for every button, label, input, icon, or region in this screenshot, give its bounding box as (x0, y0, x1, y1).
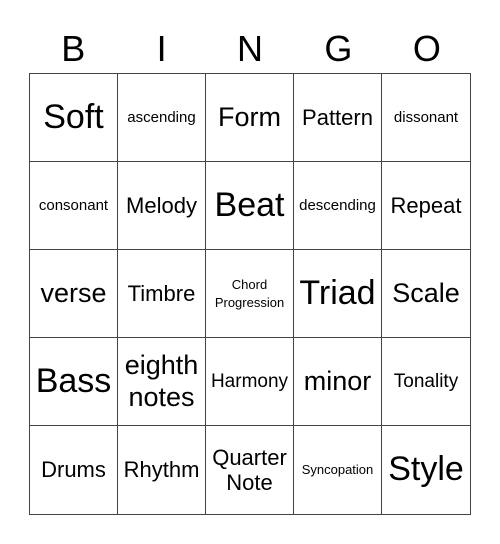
bingo-cell[interactable]: eighth notes (118, 338, 206, 426)
bingo-header: B I N G O (29, 24, 471, 74)
bingo-cell[interactable]: Pattern (294, 74, 382, 162)
bingo-cell-label: Bass (35, 361, 112, 400)
header-letter-i: I (156, 28, 167, 69)
bingo-cell-label: consonant (38, 196, 109, 214)
bingo-cell-label: Pattern (302, 104, 373, 130)
bingo-cell[interactable]: Beat (206, 162, 294, 250)
bingo-cell[interactable]: Harmony (206, 338, 294, 426)
bingo-cell-label: Chord Progression (214, 276, 285, 310)
bingo-cell[interactable]: Form (206, 74, 294, 162)
bingo-cell[interactable]: Triad (294, 250, 382, 338)
bingo-cell[interactable]: ascending (118, 74, 206, 162)
bingo-cell-label: Rhythm (123, 457, 200, 483)
bingo-cell-label: descending (299, 196, 376, 214)
bingo-cell-label: eighth notes (124, 350, 199, 412)
header-letter-n: N (237, 28, 264, 69)
bingo-cell[interactable]: Drums (30, 426, 118, 514)
bingo-cell-label: Soft (43, 97, 104, 136)
bingo-cell[interactable]: Style (382, 426, 470, 514)
bingo-cell-label: ascending (127, 108, 196, 126)
bingo-cell-label: dissonant (393, 108, 459, 126)
bingo-cell-label: Triad (299, 273, 376, 312)
bingo-cell-label: Timbre (127, 280, 196, 306)
bingo-cell-label: verse (40, 277, 107, 308)
bingo-cell-label: Drums (41, 457, 106, 483)
bingo-cell[interactable]: Timbre (118, 250, 206, 338)
bingo-cell[interactable]: Scale (382, 250, 470, 338)
bingo-cell-label: minor (303, 365, 372, 396)
header-letter-g: G (324, 28, 353, 69)
bingo-cell[interactable]: Bass (30, 338, 118, 426)
bingo-cell[interactable]: Rhythm (118, 426, 206, 514)
bingo-cell[interactable]: Melody (118, 162, 206, 250)
bingo-cell-label: Scale (392, 277, 460, 308)
bingo-cell[interactable]: Soft (30, 74, 118, 162)
header-letter-o: O (412, 28, 441, 69)
bingo-cell-label: Syncopation (301, 462, 374, 478)
header-letter-b: B (61, 28, 86, 69)
bingo-cell[interactable]: minor (294, 338, 382, 426)
bingo-cell-label: Melody (126, 192, 197, 218)
bingo-cell[interactable]: Syncopation (294, 426, 382, 514)
bingo-cell[interactable]: Repeat (382, 162, 470, 250)
bingo-cell[interactable]: descending (294, 162, 382, 250)
bingo-cell-label: Tonality (393, 370, 459, 392)
bingo-cell-label: Beat (214, 185, 285, 224)
bingo-cell-label: Harmony (210, 370, 289, 392)
bingo-cell[interactable]: Quarter Note (206, 426, 294, 514)
bingo-cell[interactable]: consonant (30, 162, 118, 250)
bingo-cell-label: Style (388, 450, 464, 489)
bingo-cell[interactable]: Chord Progression (206, 250, 294, 338)
bingo-cell-label: Quarter Note (212, 444, 287, 495)
bingo-cell-label: Repeat (390, 192, 462, 218)
bingo-cell[interactable]: Tonality (382, 338, 470, 426)
bingo-cell[interactable]: dissonant (382, 74, 470, 162)
bingo-cell-label: Form (218, 101, 281, 132)
bingo-cell[interactable]: verse (30, 250, 118, 338)
bingo-grid: Soft ascending Form Pattern dissonant consona… (29, 73, 471, 515)
